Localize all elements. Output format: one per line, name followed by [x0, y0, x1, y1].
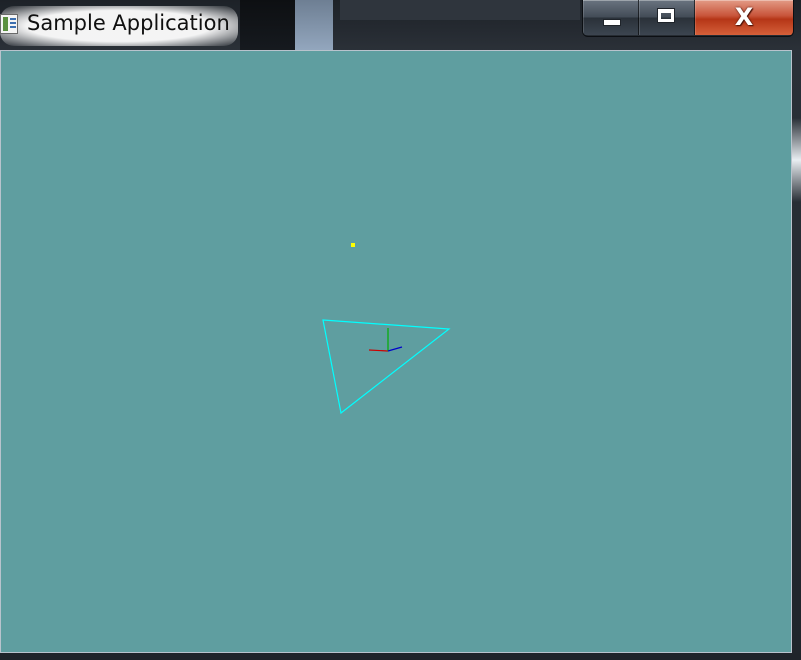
background-window-fragment: [240, 0, 295, 51]
yellow-point: [351, 243, 355, 247]
app-icon[interactable]: [0, 14, 18, 34]
client-area: [0, 50, 792, 653]
window-edge-highlight: [792, 118, 801, 202]
caption-buttons: X: [582, 0, 794, 37]
background-window-fragment: [295, 0, 333, 51]
application-window: Sample Application X: [0, 0, 801, 660]
background-window-fragment: [340, 0, 580, 20]
close-icon: X: [734, 3, 754, 31]
window-title: Sample Application: [27, 11, 230, 35]
window-bottom-edge: [0, 653, 801, 660]
close-button[interactable]: X: [695, 0, 793, 35]
render-viewport[interactable]: [1, 51, 791, 652]
minimize-icon: [603, 19, 621, 26]
viewport-background: [1, 51, 791, 652]
minimize-button[interactable]: [583, 0, 639, 35]
maximize-button[interactable]: [639, 0, 695, 35]
maximize-icon: [657, 8, 675, 23]
